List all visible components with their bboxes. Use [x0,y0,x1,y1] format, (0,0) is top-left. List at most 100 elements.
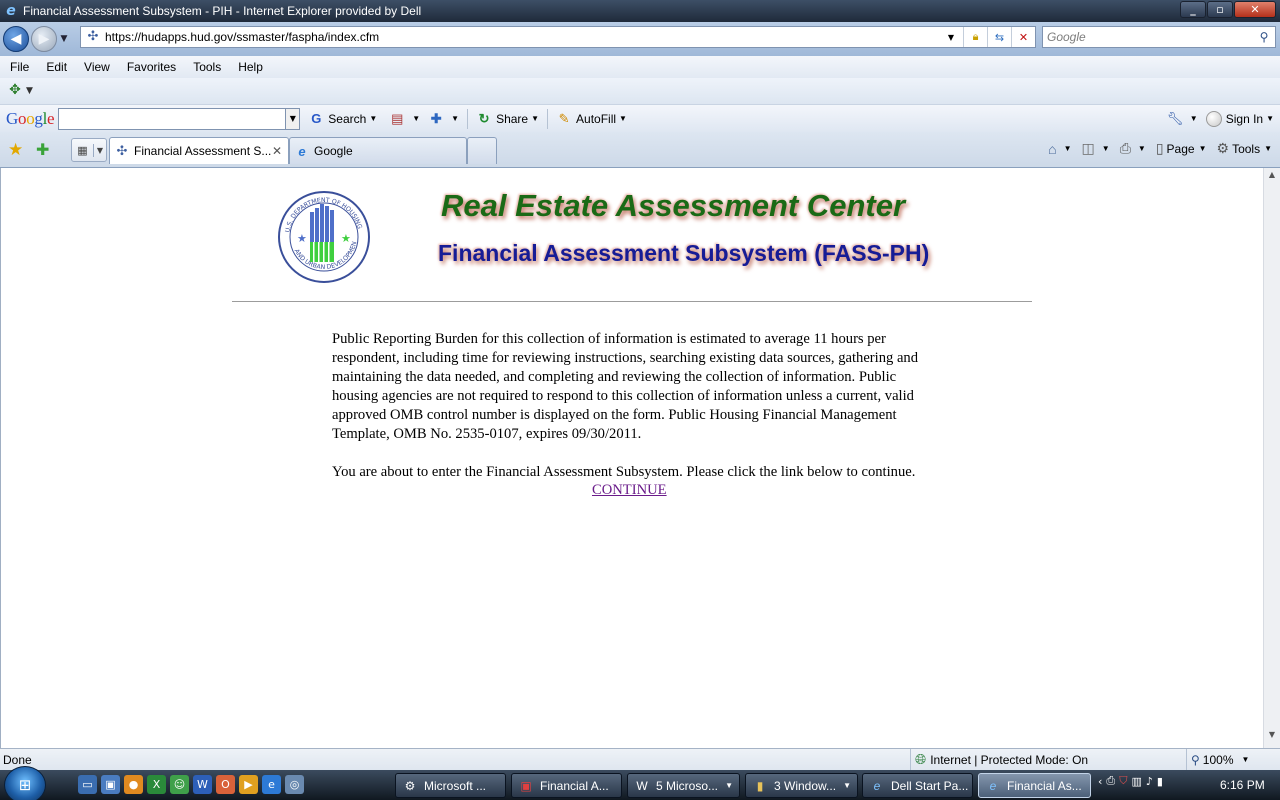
word-icon[interactable]: W [193,775,212,794]
plus-button[interactable]: ✚ ▼ [428,111,459,127]
taskbar-item-financial-pdf[interactable]: ▣ Financial A... [511,773,622,798]
quick-tabs-icon: ▦ [72,143,94,157]
command-bar: ⌂ ▼ ◫ ▼ ⎙ ▼ ▯ Page ▼ ⚙ Tools ▼ [1038,140,1272,157]
chevron-down-icon: ▼ [1264,144,1272,153]
minimize-button[interactable]: _ [1180,1,1206,18]
menu-help[interactable]: Help [228,60,270,74]
outlook-icon[interactable]: O [216,775,235,794]
lock-icon[interactable]: 🔒︎ [963,27,987,47]
title-bar: e Financial Assessment Subsystem - PIH -… [0,0,1280,22]
printer-tray-icon[interactable]: ⎙ [1106,774,1115,788]
scroll-down-icon[interactable]: ▼ [1264,730,1280,746]
battery-icon[interactable]: ▮ [1157,775,1163,788]
taskbar-item-label: 5 Microso... [656,778,719,793]
messenger-icon[interactable]: ☺ [170,775,189,794]
sign-in-button[interactable]: Sign In ▼ [1205,110,1274,127]
menu-file[interactable]: File [0,60,36,74]
add-on-dropdown-icon[interactable]: ▼ [26,86,33,96]
continue-link[interactable]: CONTINUE [592,482,667,499]
stop-icon[interactable]: ✕ [1011,27,1035,47]
taskbar-item-microsoft[interactable]: ⚙ Microsoft ... [395,773,506,798]
google-search-button[interactable]: G Search ▼ [308,111,377,127]
network-icon[interactable]: ◎ [285,775,304,794]
back-button[interactable]: ◀ [3,26,29,52]
google-search-dropdown[interactable]: ▼ [286,107,301,130]
page-menu-button[interactable]: ▯ Page ▼ [1156,140,1207,157]
volume-icon[interactable]: ♪ [1146,775,1153,788]
zoom-control[interactable]: ⚲ 100% ▼ [1186,749,1249,770]
tab-list-dropdown-icon[interactable]: ▼ [94,146,106,155]
menu-tools[interactable]: Tools [183,60,228,74]
forward-button[interactable]: ▶ [31,26,57,52]
feeds-button[interactable]: ◫ ▼ [1082,140,1110,157]
menu-view[interactable]: View [74,60,117,74]
horizontal-rule [232,301,1032,302]
pdf-icon: ▣ [520,778,532,793]
chevron-down-icon: ▼ [1063,144,1072,153]
add-on-icon[interactable]: ✥ [6,82,24,100]
maximize-button[interactable]: ▫ [1207,1,1233,18]
google-search-input[interactable] [58,107,287,130]
excel-icon[interactable]: X [147,775,166,794]
globe-icon: 🌐︎ [915,751,927,767]
start-button[interactable]: ⊞ [4,766,46,800]
google-search-label: Search [328,111,367,126]
new-tab-button[interactable] [467,137,497,164]
menu-bar: File Edit View Favorites Tools Help [0,56,1280,78]
favorites-star-icon[interactable]: ★ [8,140,23,160]
search-placeholder[interactable]: Google [1043,30,1253,44]
page-icon: ▯ [1155,140,1164,156]
taskbar-item-label: 3 Window... [774,778,837,793]
network-tray-icon[interactable]: ▥ [1131,775,1141,788]
firefox-icon[interactable]: ● [124,775,143,794]
chevron-down-icon: ▼ [1137,144,1146,153]
taskbar-item-word-group[interactable]: W 5 Microso... ▼ [627,773,740,798]
add-favorite-icon[interactable]: ✚ [36,140,49,159]
print-button[interactable]: ⎙ ▼ [1120,140,1146,157]
refresh-icon[interactable]: ⇆ [987,27,1011,47]
taskbar: ⊞ ▭ ▣ ● X ☺ W O ▶ e ◎ ⚙ Microsoft ... ▣ … [0,766,1280,800]
tab-google[interactable]: e Google [289,137,467,164]
address-url[interactable]: https://hudapps.hud.gov/ssmaster/faspha/… [105,30,379,44]
burden-statement: Public Reporting Burden for this collect… [332,331,919,442]
chevron-down-icon: ▼ [843,781,851,790]
clock[interactable]: 6:16 PM [1220,778,1265,792]
taskbar-item-label: Financial As... [1007,778,1082,793]
menu-edit[interactable]: Edit [36,60,74,74]
tab-close-icon[interactable]: ✕ [272,144,282,158]
toolbar-separator [547,108,549,129]
settings-wrench-button[interactable]: 🔧︎ ▼ [1167,111,1198,127]
shield-icon[interactable]: ⛉ [1119,774,1127,788]
gear-icon: ⚙ [1216,140,1230,156]
system-tray: ‹ ⎙ ⛉ ▥ ♪ ▮ [1098,774,1163,788]
address-dropdown-icon[interactable]: ▼ [939,27,963,47]
page-heading-fass: Financial Assessment Subsystem (FASS-PH) [438,240,930,266]
status-text: Done [3,752,32,767]
address-bar[interactable]: ✣ https://hudapps.hud.gov/ssmaster/fasph… [80,26,1036,48]
site-favicon-icon: ✣ [87,29,99,44]
search-box[interactable]: Google ⚲ [1042,26,1276,48]
switch-windows-icon[interactable]: ▣ [101,775,120,794]
autofill-button[interactable]: ✎ AutoFill ▼ [556,111,627,127]
home-button[interactable]: ⌂ ▼ [1048,141,1071,157]
search-icon[interactable]: ⚲ [1253,30,1275,44]
internet-explorer-icon[interactable]: e [262,775,281,794]
share-button[interactable]: ↻ Share ▼ [476,111,539,127]
tab-financial-assessment[interactable]: ✣ Financial Assessment S... ✕ [109,137,289,164]
vertical-scrollbar[interactable]: ▲ ▼ [1263,168,1280,748]
sign-in-label: Sign In [1225,111,1264,126]
show-desktop-icon[interactable]: ▭ [78,775,97,794]
taskbar-item-explorer-group[interactable]: ▮ 3 Window... ▼ [745,773,858,798]
security-zone[interactable]: 🌐︎ Internet | Protected Mode: On [910,749,1088,770]
close-button[interactable]: ✕ [1234,1,1276,18]
media-player-icon[interactable]: ▶ [239,775,258,794]
recent-pages-dropdown[interactable]: ▼ [57,34,71,44]
scroll-up-icon[interactable]: ▲ [1264,170,1280,186]
tools-menu-button[interactable]: ⚙ Tools ▼ [1217,140,1273,157]
taskbar-item-financial-ie[interactable]: e Financial As... [978,773,1091,798]
quick-tabs-button[interactable]: ▦ ▼ [71,138,107,162]
taskbar-item-dell-start[interactable]: e Dell Start Pa... [862,773,973,798]
menu-favorites[interactable]: Favorites [117,60,183,74]
tray-expand-icon[interactable]: ‹ [1098,775,1102,788]
bookmarks-button[interactable]: ▤ ▼ [389,111,420,127]
